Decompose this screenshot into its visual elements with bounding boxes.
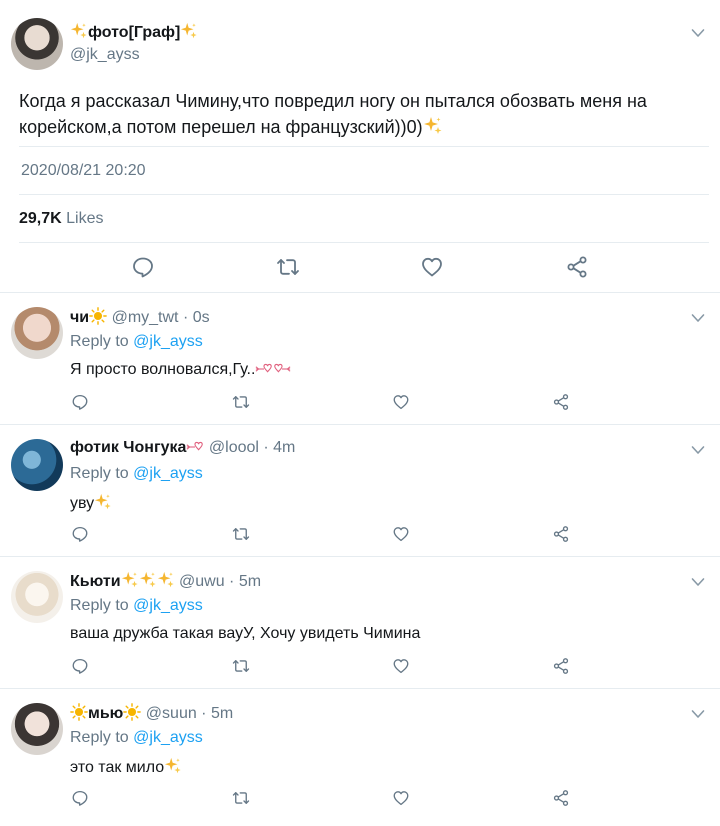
- retweet-icon[interactable]: [232, 525, 250, 543]
- avatar[interactable]: [11, 571, 63, 623]
- reply-icon[interactable]: [71, 393, 89, 411]
- reply-header: мью @suun · 5m: [70, 703, 233, 723]
- reply-to-line: Reply to @jk_ayss: [70, 333, 203, 350]
- retweet-icon[interactable]: [232, 789, 250, 807]
- tweet-text: Когда я рассказал Чимину,что повредил но…: [19, 91, 647, 137]
- retweet-icon[interactable]: [276, 255, 300, 279]
- likes-count[interactable]: 29,7K Likes: [19, 210, 104, 228]
- share-icon[interactable]: [552, 393, 570, 411]
- sparkle-icon: [180, 22, 198, 40]
- author-handle[interactable]: @jk_ayss: [70, 46, 140, 64]
- reply-meta: @uwu · 5m: [179, 573, 262, 590]
- divider: [19, 146, 709, 147]
- divider: [19, 242, 709, 243]
- reply-icon[interactable]: [71, 525, 89, 543]
- retweet-icon[interactable]: [232, 393, 250, 411]
- reply-to-handle[interactable]: @jk_ayss: [133, 729, 203, 746]
- like-icon[interactable]: [392, 789, 410, 807]
- reply-text: уву: [70, 493, 112, 513]
- sparkle-icon: [94, 493, 112, 511]
- like-icon[interactable]: [392, 657, 410, 675]
- chevron-down-icon[interactable]: [691, 28, 705, 38]
- chevron-down-icon[interactable]: [691, 445, 705, 455]
- author-display-name[interactable]: фото[Граф]: [70, 22, 198, 42]
- reply-display-name[interactable]: Кьюти: [70, 573, 121, 590]
- chevron-down-icon[interactable]: [691, 577, 705, 587]
- chevron-down-icon[interactable]: [691, 313, 705, 323]
- sparkle-icon: [121, 571, 139, 589]
- divider: [19, 194, 709, 195]
- share-icon[interactable]: [552, 657, 570, 675]
- author-avatar[interactable]: [11, 18, 63, 70]
- reply-icon[interactable]: [131, 255, 155, 279]
- reply-to-handle[interactable]: @jk_ayss: [133, 333, 203, 350]
- like-icon[interactable]: [420, 255, 444, 279]
- sun-icon: [89, 307, 107, 325]
- sparkle-icon: [157, 571, 175, 589]
- reply-header: чи @my_twt · 0s: [70, 307, 210, 327]
- reply-to-handle[interactable]: @jk_ayss: [133, 597, 203, 614]
- reply-meta: @my_twt · 0s: [111, 309, 210, 326]
- share-icon[interactable]: [552, 525, 570, 543]
- reply-icon[interactable]: [71, 657, 89, 675]
- ribbon-heart-icon: [186, 440, 204, 454]
- retweet-icon[interactable]: [232, 657, 250, 675]
- tweet-timestamp: 2020/08/21 20:20: [21, 162, 146, 179]
- reply-meta: @loool · 4m: [208, 439, 296, 456]
- reply-to-handle[interactable]: @jk_ayss: [133, 465, 203, 482]
- reply-display-name[interactable]: фотик Чонгука: [70, 439, 186, 456]
- reply-text: это так мило: [70, 757, 182, 777]
- avatar[interactable]: [11, 439, 63, 491]
- sparkle-icon: [139, 571, 157, 589]
- chevron-down-icon[interactable]: [691, 709, 705, 719]
- sparkle-icon: [423, 116, 443, 136]
- reply-tweet[interactable]: Кьюти @uwu · 5m Reply to @jk_ayss ваша д…: [0, 556, 720, 688]
- reply-header: Кьюти @uwu · 5m: [70, 571, 261, 591]
- reply-tweet[interactable]: фотик Чонгука @loool · 4m Reply to @jk_a…: [0, 424, 720, 556]
- reply-icon[interactable]: [71, 789, 89, 807]
- reply-display-name[interactable]: чи: [70, 309, 89, 326]
- sun-icon: [123, 703, 141, 721]
- share-icon[interactable]: [565, 255, 589, 279]
- reply-tweet[interactable]: мью @suun · 5m Reply to @jk_ayss это так…: [0, 688, 720, 826]
- reply-tweet[interactable]: чи @my_twt · 0s Reply to @jk_ayss Я прос…: [0, 292, 720, 424]
- sparkle-icon: [164, 757, 182, 775]
- reply-to-line: Reply to @jk_ayss: [70, 597, 203, 614]
- reply-display-name[interactable]: мью: [88, 705, 123, 722]
- reply-to-line: Reply to @jk_ayss: [70, 465, 203, 482]
- share-icon[interactable]: [552, 789, 570, 807]
- ribbon-heart-icon: [255, 362, 273, 376]
- reply-to-line: Reply to @jk_ayss: [70, 729, 203, 746]
- reply-header: фотик Чонгука @loool · 4m: [70, 439, 295, 457]
- reply-meta: @suun · 5m: [145, 705, 234, 722]
- avatar[interactable]: [11, 703, 63, 755]
- like-icon[interactable]: [392, 393, 410, 411]
- sparkle-icon: [70, 22, 88, 40]
- ribbon-heart-icon: [273, 362, 291, 376]
- reply-text: ваша дружба такая вауУ, Хочу увидеть Чим…: [70, 625, 421, 642]
- sun-icon: [70, 703, 88, 721]
- like-icon[interactable]: [392, 525, 410, 543]
- main-tweet: фото[Граф] @jk_ayss Когда я рассказал Чи…: [0, 0, 720, 292]
- avatar[interactable]: [11, 307, 63, 359]
- reply-text: Я просто волновался,Гу..: [70, 361, 291, 379]
